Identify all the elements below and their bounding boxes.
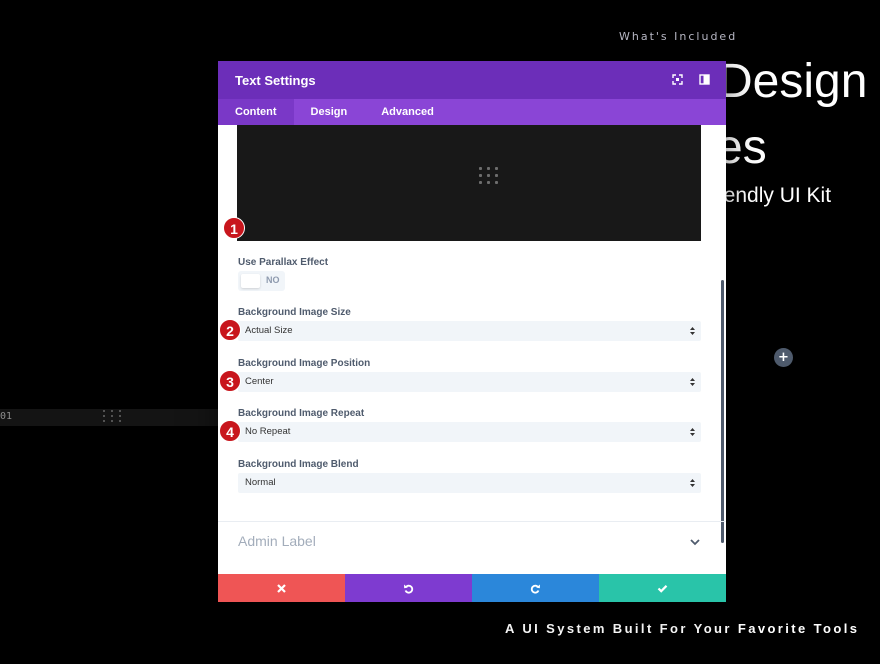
select-caret-icon xyxy=(690,378,695,386)
add-module-button[interactable]: + xyxy=(774,348,793,367)
select-caret-icon xyxy=(690,428,695,436)
settings-tabs: Content Design Advanced xyxy=(218,99,726,125)
bg-heading-line1: Design xyxy=(718,55,868,108)
tab-design[interactable]: Design xyxy=(294,99,365,125)
image-position-select[interactable]: Center xyxy=(238,372,701,392)
tab-advanced[interactable]: Advanced xyxy=(364,99,451,125)
image-position-label: Background Image Position xyxy=(238,358,371,369)
image-size-select[interactable]: Actual Size xyxy=(238,321,701,341)
image-repeat-value: No Repeat xyxy=(245,426,291,437)
check-icon xyxy=(657,584,668,593)
chevron-down-icon[interactable] xyxy=(689,537,701,547)
sidebar-split-icon[interactable] xyxy=(699,74,710,85)
image-blend-select[interactable]: Normal xyxy=(238,473,701,493)
image-repeat-label: Background Image Repeat xyxy=(238,408,365,419)
image-size-value: Actual Size xyxy=(245,325,293,336)
select-caret-icon xyxy=(690,327,695,335)
settings-scrollbar[interactable] xyxy=(721,280,724,543)
redo-button[interactable] xyxy=(472,574,599,602)
drag-grid-icon xyxy=(479,167,498,184)
bg-eyebrow: What's Included xyxy=(619,30,738,43)
redo-icon xyxy=(530,584,540,594)
text-settings-modal: Text Settings Content Design Advanced 1 … xyxy=(218,61,726,602)
image-repeat-select[interactable]: No Repeat xyxy=(238,422,701,442)
bg-row-number: 01 xyxy=(0,411,13,422)
image-position-value: Center xyxy=(245,376,274,387)
step-marker-3: 3 xyxy=(219,370,241,392)
modal-header[interactable]: Text Settings xyxy=(218,61,726,99)
bg-subheading: iendly UI Kit xyxy=(719,184,832,207)
tab-content[interactable]: Content xyxy=(218,99,294,125)
step-marker-2: 2 xyxy=(219,319,241,341)
parallax-toggle-value: NO xyxy=(266,275,280,285)
close-x-icon xyxy=(277,583,286,593)
image-size-label: Background Image Size xyxy=(238,307,351,318)
section-divider xyxy=(218,521,726,522)
step-marker-4: 4 xyxy=(219,420,241,442)
settings-body: 1 Use Parallax Effect NO Background Imag… xyxy=(218,125,726,575)
select-caret-icon xyxy=(690,479,695,487)
row-drag-icon[interactable] xyxy=(103,410,123,424)
bg-tagline: A UI System Built For Your Favorite Tool… xyxy=(505,621,860,636)
undo-icon xyxy=(404,584,414,594)
modal-title: Text Settings xyxy=(235,72,316,88)
cancel-button[interactable] xyxy=(218,574,345,602)
parallax-toggle[interactable]: NO xyxy=(238,271,285,291)
expand-icon[interactable] xyxy=(672,74,683,85)
image-blend-value: Normal xyxy=(245,477,276,488)
save-button[interactable] xyxy=(599,574,726,602)
admin-label-toggle[interactable]: Admin Label xyxy=(238,533,316,549)
modal-footer xyxy=(218,574,726,602)
background-image-preview[interactable] xyxy=(237,125,701,241)
image-blend-label: Background Image Blend xyxy=(238,459,359,470)
parallax-label: Use Parallax Effect xyxy=(238,257,329,268)
undo-button[interactable] xyxy=(345,574,472,602)
toggle-knob xyxy=(241,274,260,288)
step-marker-1: 1 xyxy=(223,217,245,239)
